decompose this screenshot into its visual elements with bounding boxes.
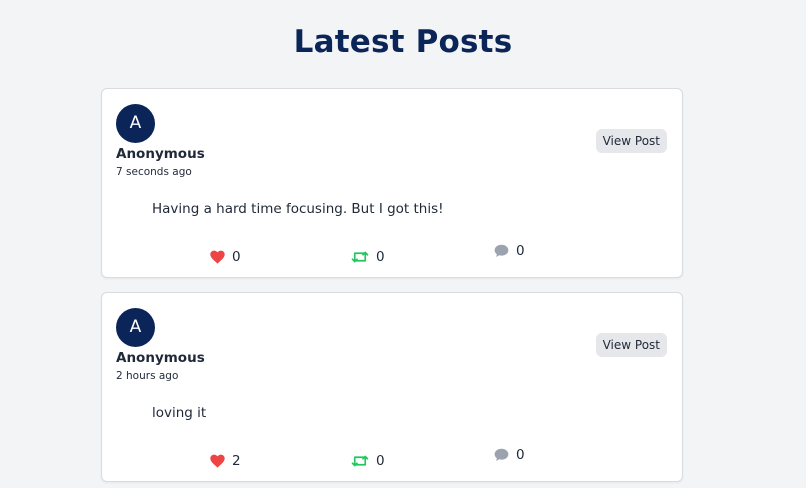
like-button[interactable]: 2 [210,453,241,469]
repost-count: 0 [376,453,385,469]
page-title: Latest Posts [293,24,513,60]
view-post-button[interactable]: View Post [595,129,667,153]
avatar: A [116,308,155,347]
heart-icon [210,454,225,468]
repost-icon [351,251,369,263]
comment-count: 0 [516,447,525,463]
author-name: Anonymous [116,146,205,162]
like-count: 0 [232,249,241,265]
post-card: A Anonymous 7 seconds ago View Post Havi… [101,88,683,278]
avatar: A [116,104,155,143]
comment-button[interactable]: 0 [494,447,525,463]
comment-icon [494,244,509,257]
comment-count: 0 [516,243,525,259]
repost-button[interactable]: 0 [351,249,385,265]
post-content: loving it [152,405,207,421]
post-content: Having a hard time focusing. But I got t… [152,201,444,217]
repost-count: 0 [376,249,385,265]
post-timestamp: 7 seconds ago [116,166,192,178]
repost-icon [351,455,369,467]
repost-button[interactable]: 0 [351,453,385,469]
comment-button[interactable]: 0 [494,243,525,259]
like-count: 2 [232,453,241,469]
like-button[interactable]: 0 [210,249,241,265]
heart-icon [210,250,225,264]
post-timestamp: 2 hours ago [116,370,179,382]
post-card: A Anonymous 2 hours ago View Post loving… [101,292,683,482]
comment-icon [494,448,509,461]
view-post-button[interactable]: View Post [595,333,667,357]
author-name: Anonymous [116,350,205,366]
